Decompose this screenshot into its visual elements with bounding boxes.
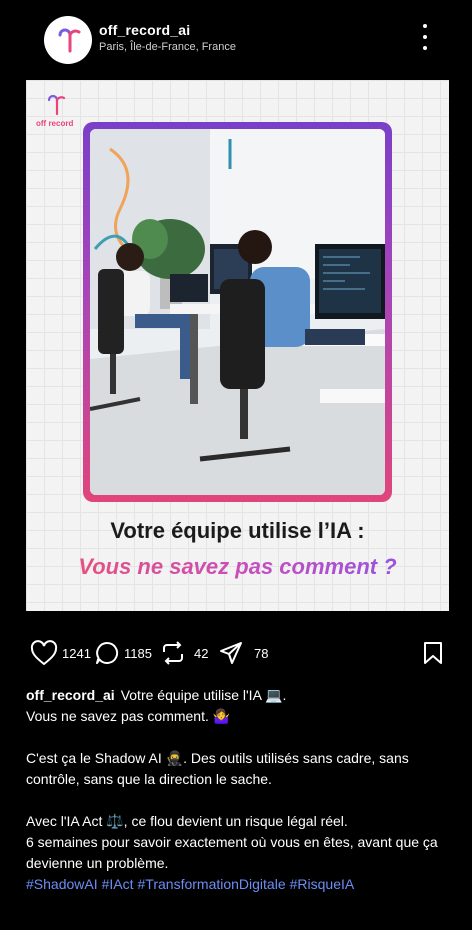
share-count: 78: [254, 645, 269, 661]
repost-icon: [163, 641, 183, 665]
repost-button[interactable]: 42: [160, 636, 208, 670]
avatar[interactable]: [44, 16, 92, 64]
hashtag-link[interactable]: #IAct: [102, 876, 134, 892]
hashtags: #ShadowAI #IAct #TransformationDigitale #Ri…: [26, 874, 451, 895]
office-photo: [90, 129, 385, 495]
post-subheadline: Vous ne savez pas comment ?: [26, 554, 449, 580]
brand-text: off record: [36, 119, 74, 128]
bookmark-icon: [424, 642, 442, 664]
bookmark-button[interactable]: [422, 636, 444, 670]
action-bar: 1241 1185 42 78: [0, 636, 472, 670]
like-count: 1241: [62, 645, 91, 661]
caption-username[interactable]: off_record_ai: [26, 687, 115, 703]
caption-line-3: C'est ça le Shadow AI 🥷. Des outils util…: [26, 750, 409, 787]
hashtag-link[interactable]: #ShadowAI: [26, 876, 98, 892]
like-button[interactable]: 1241: [30, 636, 91, 670]
comment-button[interactable]: 1185: [94, 636, 152, 670]
off-record-logo-icon: [58, 28, 81, 53]
caption-line-2: Vous ne savez pas comment. 🤷‍♀️: [26, 708, 231, 724]
post-image[interactable]: off record Votre équipe utilise l’IA: V…: [26, 80, 449, 611]
share-button[interactable]: 78: [218, 636, 268, 670]
location[interactable]: Paris, Île-de-France, France: [99, 41, 236, 53]
post-header: off_record_ai Paris, Île-de-France, Fran…: [0, 0, 472, 80]
caption: off_record_ai Votre équipe utilise l'IA 💻…: [26, 685, 451, 895]
hashtag-link[interactable]: #TransformationDigitale: [138, 876, 286, 892]
comment-count: 1185: [124, 645, 152, 661]
share-icon: [220, 642, 242, 664]
brand-mark-icon: [47, 94, 66, 116]
username[interactable]: off_record_ai: [99, 22, 190, 38]
more-icon[interactable]: [418, 24, 432, 50]
caption-line-1: Votre équipe utilise l'IA 💻.: [120, 687, 287, 703]
office-scene-illustration: [90, 129, 385, 495]
post-headline: Votre équipe utilise l’IA :: [110, 518, 365, 543]
hashtag-link[interactable]: #RisqueIA: [290, 876, 355, 892]
comment-icon: [96, 641, 119, 664]
repost-count: 42: [194, 645, 209, 661]
brand-logo: off record: [36, 92, 76, 130]
heart-icon: [30, 640, 58, 666]
caption-line-4: Avec l'IA Act ⚖️, ce flou devient un ris…: [26, 813, 348, 829]
caption-line-5: 6 semaines pour savoir exactement où vou…: [26, 834, 438, 871]
photo-frame: [83, 122, 392, 502]
